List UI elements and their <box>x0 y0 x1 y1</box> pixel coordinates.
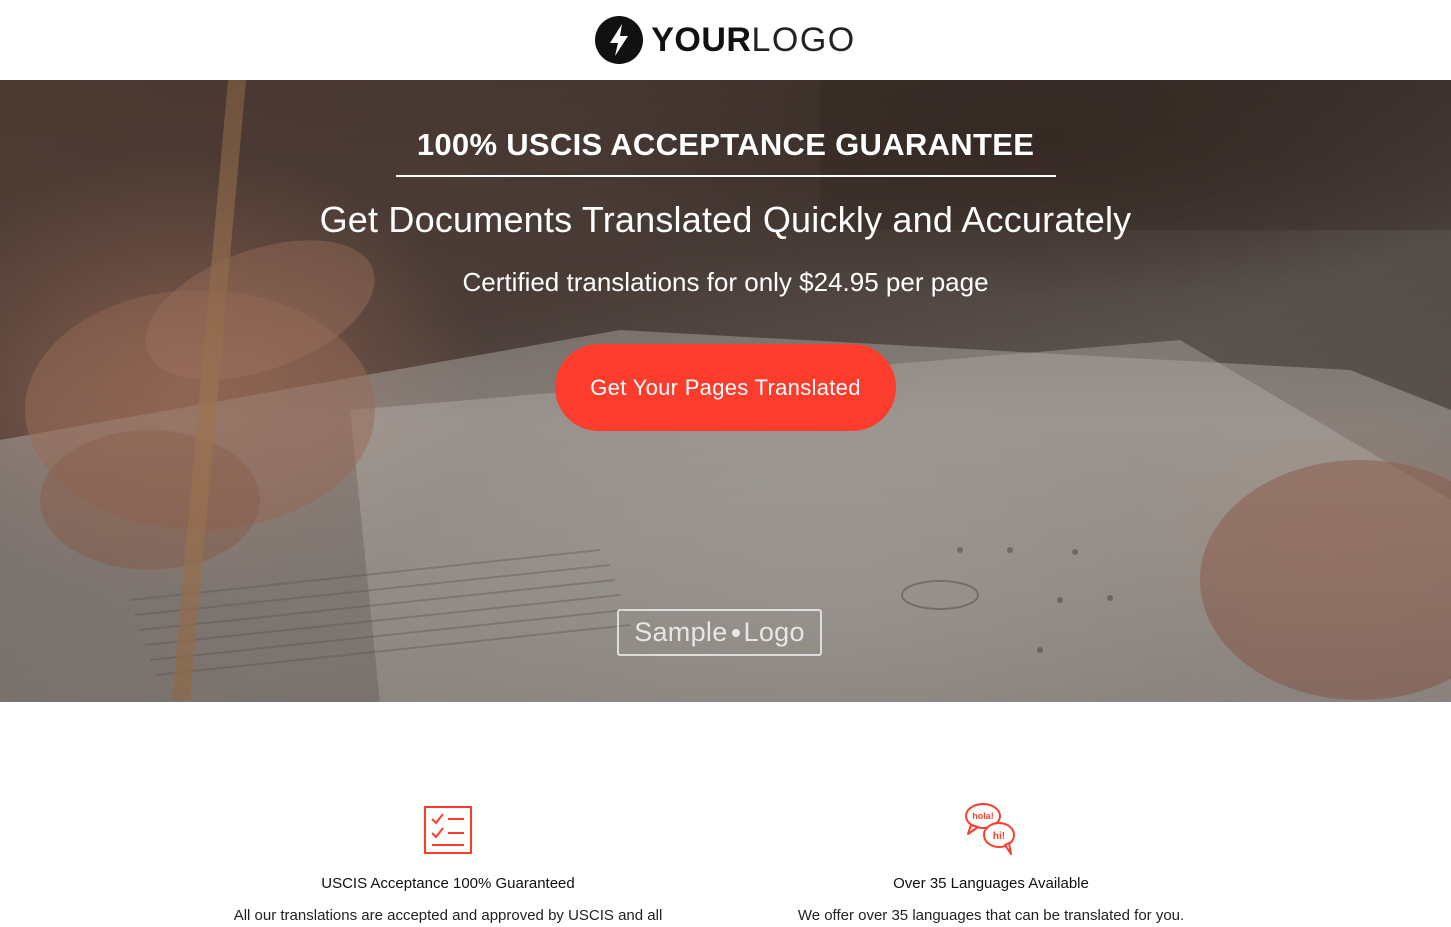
get-pages-translated-button[interactable]: Get Your Pages Translated <box>555 344 896 431</box>
hero-section: 100% USCIS ACCEPTANCE GUARANTEE Get Docu… <box>0 80 1451 702</box>
hero-subheading: Certified translations for only $24.95 p… <box>462 267 989 297</box>
hi-text: hi! <box>993 831 1005 842</box>
hero-content: 100% USCIS ACCEPTANCE GUARANTEE Get Docu… <box>0 80 1451 431</box>
dot-icon <box>731 628 740 637</box>
hola-text: hola! <box>972 811 994 821</box>
lightning-bolt-icon <box>595 16 644 64</box>
hero-headline: Get Documents Translated Quickly and Acc… <box>319 199 1132 240</box>
feature-languages: hola! hi! Over 35 Languages Available We… <box>731 800 1251 924</box>
logo-wordmark: YOURLOGO <box>651 23 855 57</box>
feature-title: Over 35 Languages Available <box>893 875 1089 892</box>
logo-text-light: LOGO <box>751 21 856 59</box>
sample-logo-badge: Sample Logo <box>617 609 822 656</box>
sample-logo-text-right: Logo <box>743 617 805 647</box>
speech-bubbles-icon: hola! hi! <box>963 800 1019 855</box>
sample-logo-text-left: Sample <box>634 617 728 647</box>
guarantee-heading: 100% USCIS ACCEPTANCE GUARANTEE <box>395 127 1056 177</box>
feature-uscis-acceptance: USCIS Acceptance 100% Guaranteed All our… <box>188 800 708 924</box>
logo-text-bold: YOUR <box>651 21 752 59</box>
brand-logo[interactable]: YOURLOGO <box>595 16 855 64</box>
feature-description: We offer over 35 languages that can be t… <box>797 907 1185 924</box>
feature-description: All our translations are accepted and ap… <box>233 907 663 924</box>
landing-page: YOURLOGO 100% USCIS ACCEPTANCE GUARANTEE… <box>0 0 1451 927</box>
site-header: YOURLOGO <box>0 0 1451 80</box>
checklist-icon <box>423 800 473 855</box>
feature-title: USCIS Acceptance 100% Guaranteed <box>321 875 575 892</box>
